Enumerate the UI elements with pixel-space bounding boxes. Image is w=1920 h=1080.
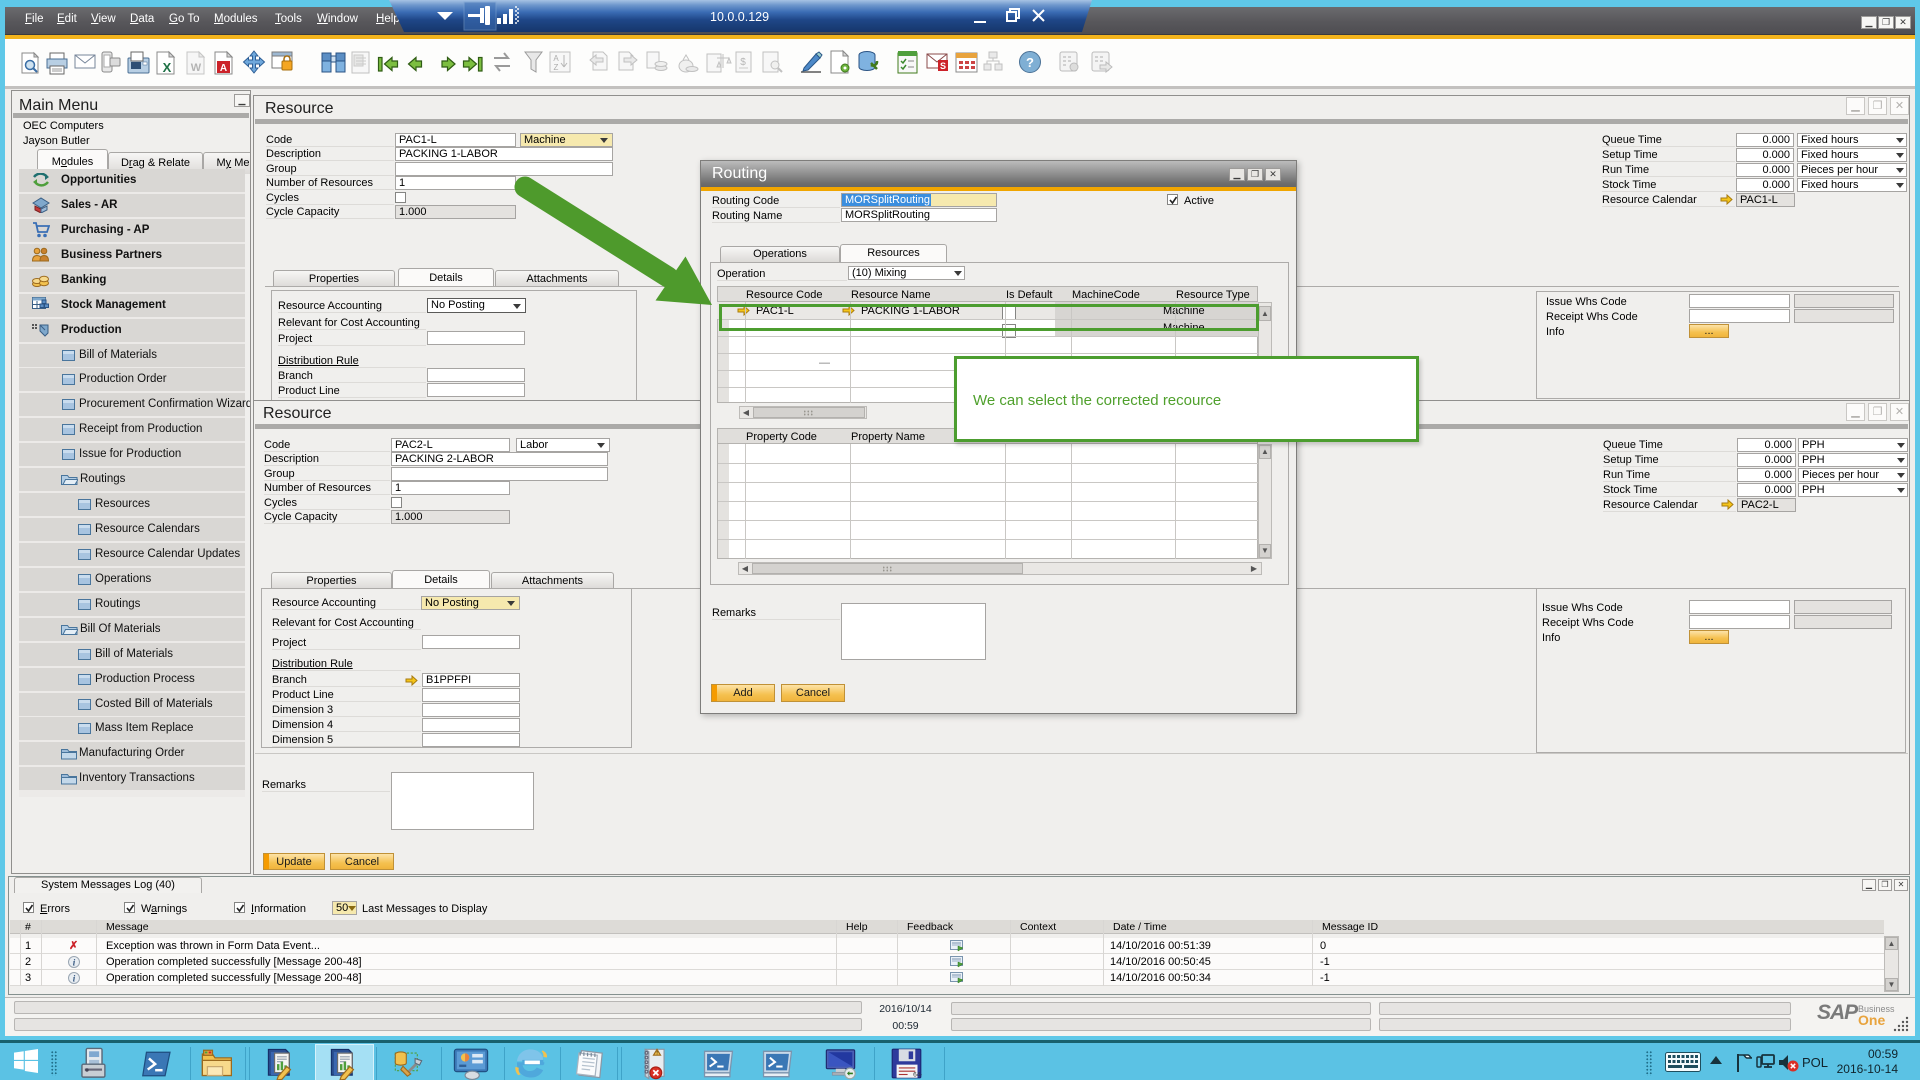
svg-text:W: W: [191, 62, 202, 74]
svg-text:S: S: [940, 61, 946, 71]
svg-text:64·: 64·: [913, 1072, 923, 1079]
svg-text:10.0.0.129: 10.0.0.129: [710, 10, 769, 24]
svg-text:A: A: [220, 63, 227, 74]
svg-text:A: A: [553, 54, 559, 63]
svg-text:X: X: [163, 60, 172, 75]
svg-text:$: $: [740, 57, 746, 68]
svg-text:?: ?: [1026, 55, 1034, 70]
svg-text:Z: Z: [554, 63, 559, 72]
